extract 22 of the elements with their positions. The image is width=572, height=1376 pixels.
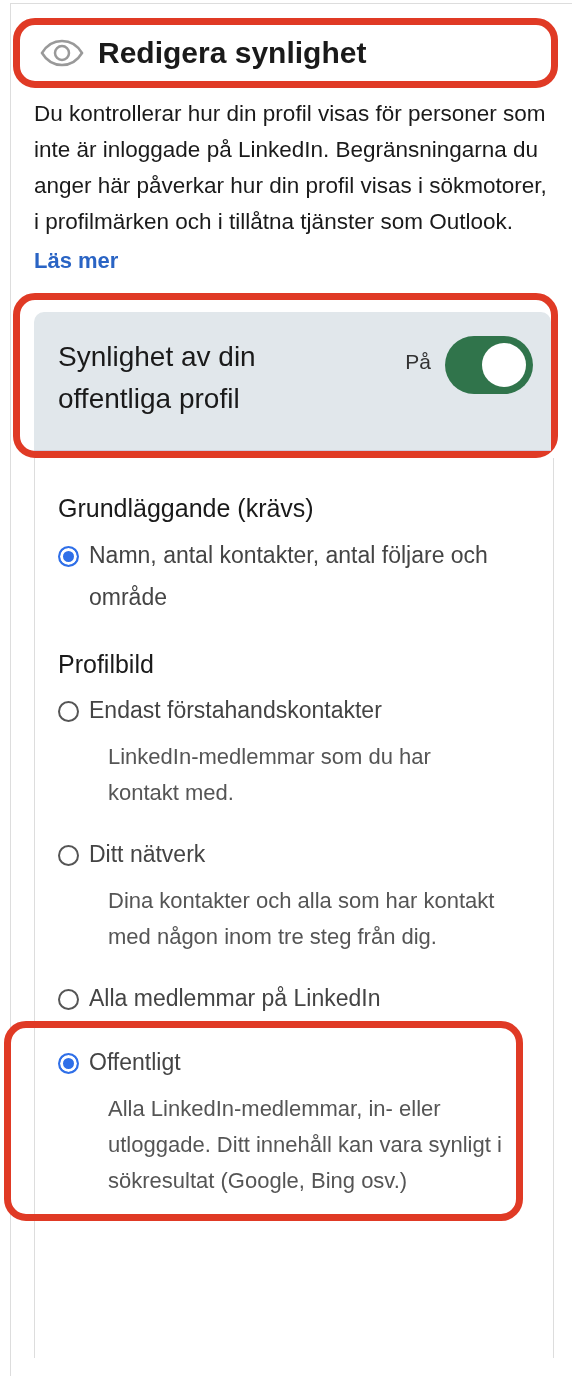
option-description: Alla LinkedIn-medlemmar, in- eller utloggade. Ditt innehåll kan vara synligt i sökresultat (Google, Bing osv.) xyxy=(108,1095,503,1195)
radio-button[interactable] xyxy=(58,545,79,567)
section-title: Grundläggande (krävs) xyxy=(58,493,315,524)
option-label[interactable]: Namn, antal kontakter, antal följare och område xyxy=(89,533,513,618)
radio-button[interactable] xyxy=(58,1053,79,1074)
card-title: Synlighet av din offentliga profil xyxy=(58,340,257,416)
radio-button[interactable] xyxy=(58,845,79,866)
section-title: Profilbild xyxy=(58,648,155,680)
option-description: LinkedIn-medlemmar som du har kontakt med. xyxy=(108,743,432,807)
option-description: Dina kontakter och alla som har kontakt med någon inom tre steg från dig. xyxy=(108,887,496,951)
description-text: Du kontrollerar hur din profil visas för personer som inte är inloggade på LinkedIn. Begränsningarna du anger här påverkar hur din profil visas i sökmotorer, i profilmärken och i tillåtna tjänster som Outlook. xyxy=(33,100,548,236)
option-label[interactable]: Ditt nätverk xyxy=(89,833,206,875)
eye-icon xyxy=(40,39,84,67)
option-label[interactable]: Alla medlemmar på LinkedIn xyxy=(89,977,381,1019)
radio-button[interactable] xyxy=(58,701,79,722)
read-more-link[interactable]: Läs mer xyxy=(34,244,119,277)
toggle-state-label: På xyxy=(405,349,431,375)
option-label[interactable]: Offentligt xyxy=(89,1041,181,1083)
panel-title: Redigera synlighet xyxy=(98,35,367,71)
option-label[interactable]: Endast förstahandskontakter xyxy=(89,689,382,731)
toggle-switch[interactable] xyxy=(445,336,533,394)
radio-button[interactable] xyxy=(58,989,79,1010)
